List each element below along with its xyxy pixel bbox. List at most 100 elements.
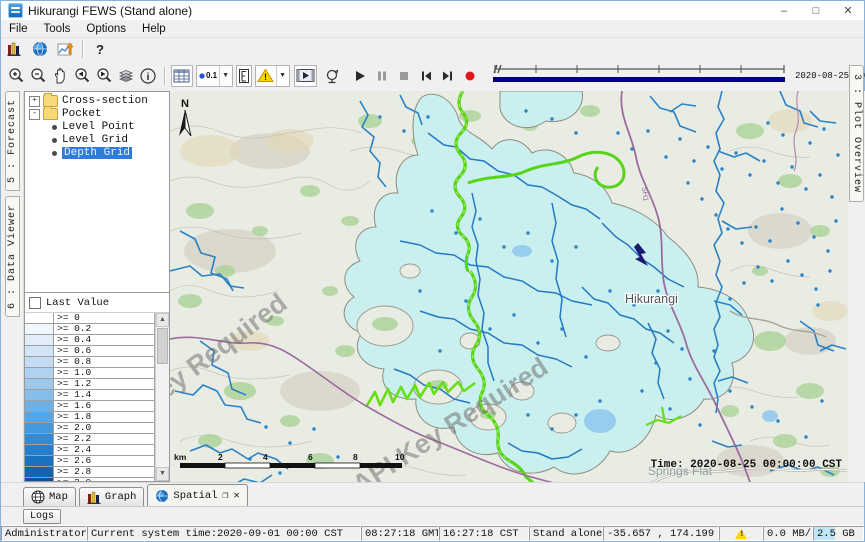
svg-text:!: ! <box>264 72 267 82</box>
contour-value-label: 0.1 <box>206 71 217 80</box>
data-viewer-panel: + Cross-section - Pocket Level Point Lev… <box>24 91 170 482</box>
legend-class-label: >= 1.8 <box>54 412 154 422</box>
legend-table: >= 0>= 0.2>= 0.4>= 0.6>= 0.8>= 1.0>= 1.2… <box>25 313 169 481</box>
animation-movie-button[interactable] <box>294 65 317 87</box>
right-tab-strip: 3 : Plot Overview <box>848 91 865 482</box>
tab-graph[interactable]: Graph <box>79 487 145 506</box>
svg-text:2: 2 <box>218 452 223 462</box>
legend-class-label: >= 2.2 <box>54 434 154 444</box>
legend-scrollbar[interactable]: ▲ ▼ <box>155 313 169 481</box>
legend-color-swatch <box>25 313 54 323</box>
folder-icon <box>43 108 58 120</box>
last-value-checkbox[interactable] <box>29 297 41 309</box>
legend-color-swatch <box>25 324 54 334</box>
chevron-down-icon[interactable]: ▼ <box>276 66 288 86</box>
play-button[interactable] <box>349 65 371 87</box>
app-logo-icon <box>8 3 23 18</box>
zoom-out-icon[interactable] <box>27 65 49 87</box>
app-window: Hikurangi FEWS (Stand alone) – □ ✕ File … <box>0 0 865 542</box>
timeline-slider[interactable] <box>489 61 789 90</box>
warning-icon <box>735 529 747 539</box>
legend-class-label: >= 2.6 <box>54 456 154 466</box>
map-time-label: Time: 2020-08-25 00:00:00 CST <box>651 459 843 471</box>
expand-icon[interactable]: + <box>29 96 40 107</box>
step-backward-button[interactable] <box>415 65 437 87</box>
menu-tools[interactable]: Tools <box>36 23 79 35</box>
record-button[interactable] <box>459 65 481 87</box>
road-label: SH1 <box>640 186 651 202</box>
tab-data-viewer[interactable]: 6 : Data Viewer <box>5 196 20 317</box>
toolbar-separator <box>164 67 166 85</box>
legend-color-swatch <box>25 335 54 345</box>
scroll-down-icon[interactable]: ▼ <box>156 467 169 481</box>
legend-class-label: >= 0.4 <box>54 335 154 345</box>
tab-spatial[interactable]: Spatial ❐ ✕ <box>147 484 247 506</box>
bullet-icon <box>52 151 57 156</box>
status-user: Administrator <box>1 526 87 541</box>
longitudinal-profile-button[interactable] <box>236 65 252 87</box>
legend-class-label: >= 2.0 <box>54 423 154 433</box>
legend-color-swatch <box>25 390 54 400</box>
legend-class-label: >= 3.0 <box>54 478 154 481</box>
grid-display-button[interactable] <box>171 65 193 87</box>
legend-class-label: >= 1.2 <box>54 379 154 389</box>
tree-item-level-point[interactable]: Level Point <box>25 121 169 133</box>
legend-color-swatch <box>25 379 54 389</box>
svg-text:6: 6 <box>308 452 313 462</box>
zoom-previous-icon[interactable] <box>71 65 93 87</box>
status-mode: Stand alone <box>529 526 603 541</box>
maximize-button[interactable]: □ <box>800 2 832 20</box>
legend-color-swatch <box>25 456 54 466</box>
legend-color-swatch <box>25 423 54 433</box>
menu-help[interactable]: Help <box>134 23 174 35</box>
logs-button[interactable]: Logs <box>23 509 61 524</box>
layers-icon[interactable] <box>115 65 137 87</box>
legend-color-swatch <box>25 368 54 378</box>
svg-text:4: 4 <box>263 452 268 462</box>
info-icon[interactable]: i <box>137 65 159 87</box>
pause-button[interactable] <box>371 65 393 87</box>
svg-text:km: km <box>174 452 187 462</box>
tab-plot-overview[interactable]: 3 : Plot Overview <box>849 65 864 202</box>
zoom-next-icon[interactable] <box>93 65 115 87</box>
tab-map[interactable]: Map <box>23 487 76 506</box>
tree-item-pocket[interactable]: - Pocket <box>25 108 169 120</box>
logs-row: Logs <box>1 506 864 525</box>
menu-file[interactable]: File <box>1 23 36 35</box>
legend-color-swatch <box>25 346 54 356</box>
tab-forecast[interactable]: 5 : Forecast <box>5 91 20 191</box>
stop-button[interactable] <box>393 65 415 87</box>
map-canvas[interactable]: API Key Required API Key Required SH1 Hi… <box>170 91 848 482</box>
menu-options[interactable]: Options <box>78 23 134 35</box>
help-icon[interactable]: ? <box>89 38 111 60</box>
tab-maximize-icon[interactable]: ❐ <box>223 490 229 502</box>
status-local-time: 16:27:18 CST <box>439 526 529 541</box>
contour-lines-dropdown[interactable]: 0.1 ▼ <box>196 65 233 87</box>
title-bar: Hikurangi FEWS (Stand alone) – □ ✕ <box>1 1 864 20</box>
chevron-down-icon[interactable]: ▼ <box>219 66 231 86</box>
tree-item-depth-grid[interactable]: Depth Grid <box>25 147 169 159</box>
svg-text:N: N <box>181 98 189 110</box>
timeseries-display-icon[interactable] <box>55 38 77 60</box>
window-title: Hikurangi FEWS (Stand alone) <box>28 4 768 18</box>
town-label: Hikurangi <box>625 292 678 306</box>
legend-header: Last Value <box>25 293 169 313</box>
tree-item-level-grid[interactable]: Level Grid <box>25 134 169 146</box>
main-area: 5 : Forecast 6 : Data Viewer + Cross-sec… <box>1 91 864 482</box>
data-explorer-icon[interactable] <box>3 38 25 60</box>
scrollbar-thumb[interactable] <box>157 328 168 364</box>
spatial-display-icon[interactable] <box>29 38 51 60</box>
minimize-button[interactable]: – <box>768 2 800 20</box>
loop-animation-icon[interactable] <box>321 65 343 87</box>
step-forward-button[interactable] <box>437 65 459 87</box>
status-warning[interactable] <box>719 526 763 541</box>
zoom-in-icon[interactable] <box>5 65 27 87</box>
legend-class-label: >= 0.2 <box>54 324 154 334</box>
thresholds-dropdown[interactable]: ! ▼ <box>255 65 290 87</box>
collapse-icon[interactable]: - <box>29 109 40 120</box>
scroll-up-icon[interactable]: ▲ <box>156 313 169 327</box>
tab-close-icon[interactable]: ✕ <box>234 490 240 502</box>
pan-icon[interactable] <box>49 65 71 87</box>
legend-class-label: >= 1.6 <box>54 401 154 411</box>
close-button[interactable]: ✕ <box>832 2 864 20</box>
